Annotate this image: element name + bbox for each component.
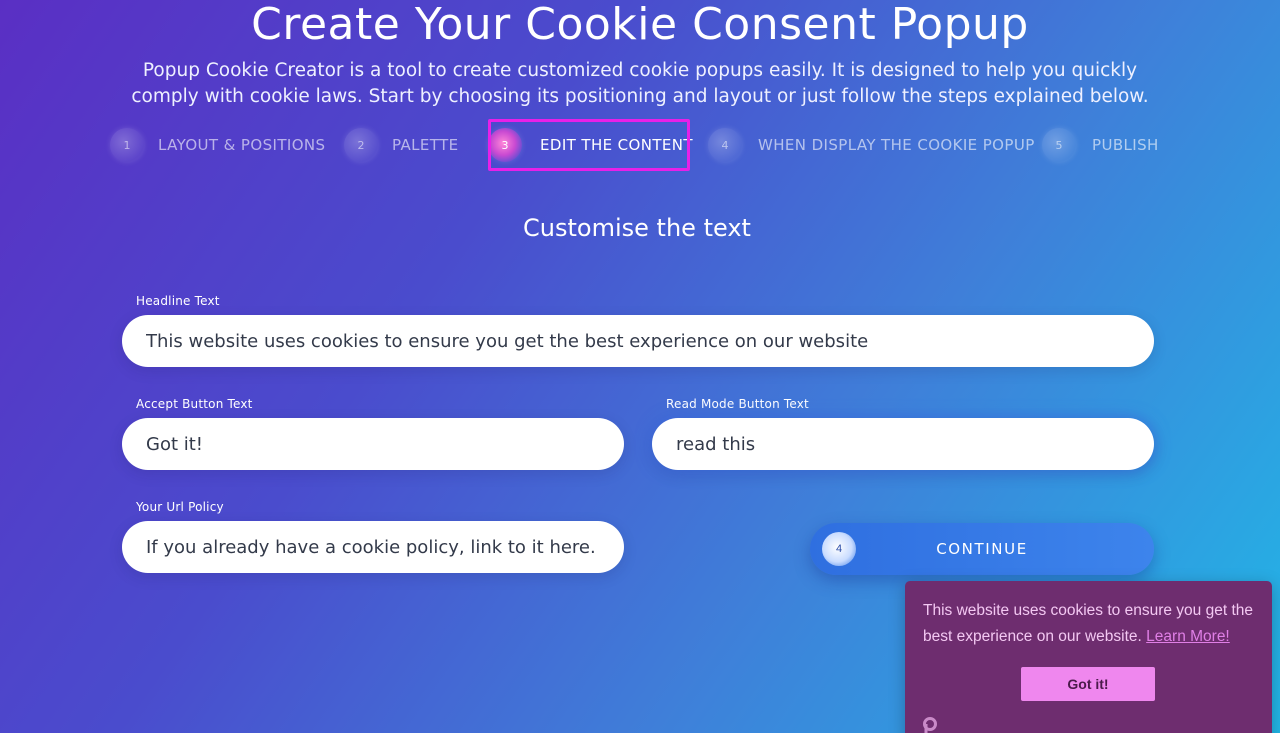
step-label: WHEN DISPLAY THE COOKIE POPUP	[758, 136, 1035, 154]
step-label: PUBLISH	[1092, 136, 1159, 154]
cookie-popup-preview: This website uses cookies to ensure you …	[905, 581, 1272, 733]
step-palette[interactable]: 2 PALETTE	[344, 120, 459, 170]
policy-url-label: Your Url Policy	[136, 500, 224, 514]
step-when-display[interactable]: 4 WHEN DISPLAY THE COOKIE POPUP	[708, 120, 1035, 170]
step-number-badge: 4	[708, 128, 742, 162]
cookie-logo-icon	[923, 717, 937, 733]
got-it-button[interactable]: Got it!	[1021, 667, 1155, 701]
step-label: LAYOUT & POSITIONS	[158, 136, 326, 154]
step-label: PALETTE	[392, 136, 459, 154]
cookie-message: This website uses cookies to ensure you …	[923, 598, 1263, 650]
headline-input[interactable]	[122, 315, 1154, 367]
page-subtitle: Popup Cookie Creator is a tool to create…	[131, 60, 1149, 107]
step-number-badge: 1	[110, 128, 144, 162]
step-label: EDIT THE CONTENT	[540, 136, 693, 154]
accept-button-input[interactable]	[122, 418, 624, 470]
step-layout-positions[interactable]: 1 LAYOUT & POSITIONS	[110, 120, 325, 170]
section-title: Customise the text	[523, 214, 751, 242]
continue-label: CONTINUE	[936, 540, 1028, 558]
step-number-badge: 5	[1042, 128, 1076, 162]
learn-more-link[interactable]: Learn More!	[1146, 628, 1230, 645]
continue-button[interactable]: 4 CONTINUE	[810, 523, 1154, 575]
step-publish[interactable]: 5 PUBLISH	[1042, 120, 1159, 170]
step-edit-content[interactable]: 3 EDIT THE CONTENT	[488, 120, 693, 170]
headline-label: Headline Text	[136, 294, 220, 308]
steps-nav: 1 LAYOUT & POSITIONS 2 PALETTE 3 EDIT TH…	[0, 120, 1280, 170]
step-number-badge: 3	[488, 128, 522, 162]
policy-url-input[interactable]	[122, 521, 624, 573]
read-more-button-input[interactable]	[652, 418, 1154, 470]
page-title: Create Your Cookie Consent Popup	[251, 0, 1029, 50]
step-number-badge: 2	[344, 128, 378, 162]
accept-button-label: Accept Button Text	[136, 397, 253, 411]
read-more-button-label: Read Mode Button Text	[666, 397, 809, 411]
